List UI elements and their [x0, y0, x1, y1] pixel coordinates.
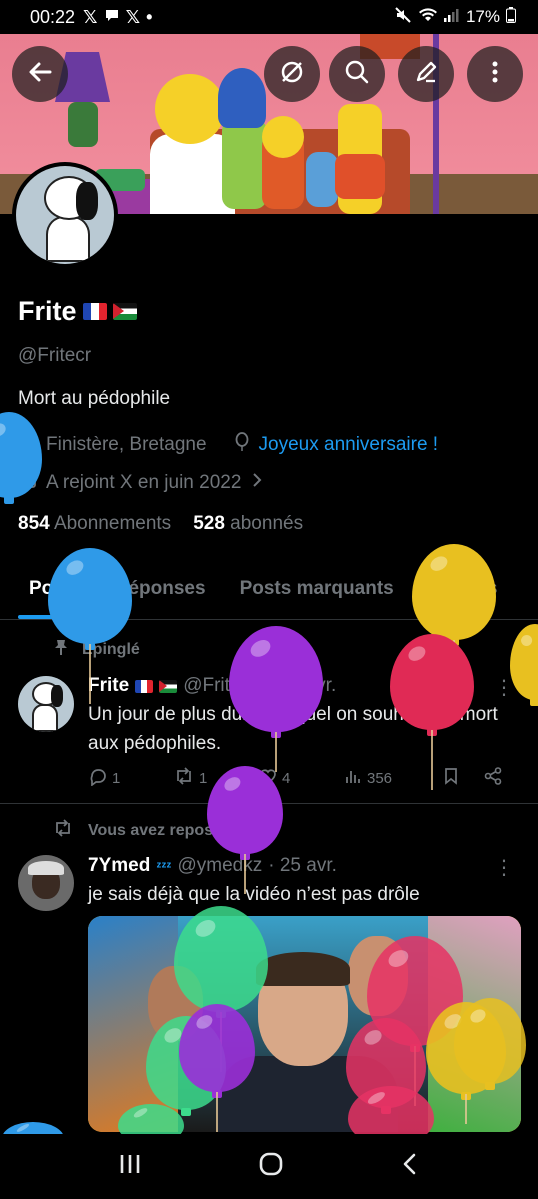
battery-text: 17%: [465, 7, 500, 26]
more-vertical-icon: ⋮: [494, 857, 514, 879]
views-count: 356: [367, 769, 393, 787]
balloon-icon: [233, 432, 251, 458]
profile-name-text: Frite: [18, 296, 77, 326]
followers-label: abonnés: [230, 513, 304, 534]
wifi-icon: [418, 7, 438, 28]
following-label: Abonnements: [53, 513, 172, 534]
reply-count: 1: [112, 769, 121, 787]
following-link[interactable]: 854 Abonnements: [18, 513, 171, 535]
chevron-right-icon[interactable]: [249, 471, 265, 495]
chat-bubble-icon: [104, 7, 120, 28]
status-bar: 00:22 𝕏 𝕏 • 17%: [0, 0, 538, 34]
search-button[interactable]: [329, 46, 385, 102]
zzz-emoji: ᶻᶻᶻ: [156, 858, 172, 874]
followers-count: 528: [193, 513, 225, 534]
following-count: 854: [18, 513, 50, 534]
tab-highlights[interactable]: Posts marquants: [223, 560, 411, 619]
edit-profile-button[interactable]: [398, 46, 454, 102]
status-time: 00:22: [30, 6, 76, 27]
profile-joined-line: A rejoint X en juin 2022: [18, 470, 265, 496]
nav-home-icon: [257, 1152, 285, 1182]
battery-icon: [506, 6, 516, 28]
bookmark-button[interactable]: [441, 766, 483, 790]
views-button[interactable]: 356: [343, 766, 441, 790]
profile-avatar[interactable]: [12, 162, 118, 268]
bookmark-icon: [441, 766, 461, 790]
profile-bio: Mort au pédophile: [18, 388, 171, 409]
repost-count: 1: [199, 769, 208, 787]
back-arrow-icon: [26, 58, 54, 91]
reply-button[interactable]: 1: [88, 766, 173, 790]
france-flag-icon: [82, 303, 107, 320]
tweet-date[interactable]: · 25 avr.: [268, 855, 337, 877]
repost-label: Vous avez reposté: [88, 821, 228, 839]
like-count: 4: [282, 769, 291, 787]
balloon-decoration: [207, 766, 283, 894]
profile-handle: @Fritecr: [18, 345, 92, 366]
profile-joined: A rejoint X en juin 2022: [46, 472, 242, 493]
x-logo-icon: 𝕏: [125, 6, 141, 27]
tweet-avatar[interactable]: [18, 855, 74, 911]
dot-icon: •: [146, 6, 153, 27]
balloon-decoration: [454, 998, 526, 1090]
nav-recents-button[interactable]: [117, 1152, 143, 1181]
profile-name: Frite: [18, 296, 137, 327]
more-vertical-icon: [481, 58, 509, 91]
followers-link[interactable]: 528 abonnés: [193, 513, 303, 535]
x-logo-icon: 𝕏: [83, 6, 98, 27]
profile-meta-line: Finistère, Bretagne Joyeux anniversaire …: [18, 432, 438, 458]
balloon-decoration: [174, 906, 268, 1072]
share-icon: [483, 766, 503, 790]
nav-home-button[interactable]: [257, 1150, 285, 1183]
edit-icon: [412, 58, 440, 91]
grok-icon: [278, 58, 306, 91]
nav-back-icon: [399, 1153, 421, 1181]
balloon-decoration: [48, 548, 132, 704]
status-right: 17%: [394, 6, 516, 29]
balloon-decoration: [390, 634, 474, 790]
notification-icons: 𝕏 𝕏 •: [83, 7, 152, 28]
tweet-text[interactable]: je sais déjà que la vidéo n’est pas drôl…: [88, 880, 508, 909]
repost-icon: [52, 818, 74, 843]
grok-button[interactable]: [264, 46, 320, 102]
balloon-decoration: [510, 624, 538, 706]
tweet-actions: 1 1 4 356: [88, 766, 518, 790]
nav-back-button[interactable]: [399, 1151, 421, 1182]
tweet-author-name[interactable]: 7Ymed: [88, 855, 150, 877]
palestine-flag-icon: [112, 303, 137, 320]
tweet-avatar[interactable]: [18, 676, 74, 732]
pin-icon: [52, 638, 70, 661]
tweet-header: 7Ymed ᶻᶻᶻ @ymedkz · 25 avr.: [88, 855, 337, 877]
france-flag-icon: [135, 679, 154, 693]
more-vertical-icon: ⋮: [494, 677, 514, 699]
mute-icon: [394, 6, 412, 29]
palestine-flag-icon: [159, 679, 178, 693]
more-options-button[interactable]: [467, 46, 523, 102]
tweet-more-button[interactable]: ⋮: [494, 855, 514, 880]
system-nav-bar: [0, 1134, 538, 1199]
follow-counts: 854 Abonnements 528 abonnés: [18, 513, 303, 535]
search-icon: [343, 58, 371, 91]
balloon-decoration: [412, 544, 496, 700]
share-button[interactable]: [483, 766, 503, 790]
profile-location: Finistère, Bretagne: [46, 434, 207, 455]
balloon-decoration: [229, 626, 323, 772]
nav-recents-icon: [117, 1155, 143, 1180]
signal-icon: [443, 7, 460, 27]
back-button[interactable]: [12, 46, 68, 102]
views-icon: [343, 766, 363, 790]
repost-indicator: Vous avez reposté: [52, 818, 227, 843]
reply-icon: [88, 766, 108, 790]
balloon-decoration: [179, 1004, 255, 1132]
birthday-link[interactable]: Joyeux anniversaire !: [259, 434, 439, 456]
repost-icon: [173, 766, 195, 790]
tweet-author-name[interactable]: Frite: [88, 675, 129, 697]
